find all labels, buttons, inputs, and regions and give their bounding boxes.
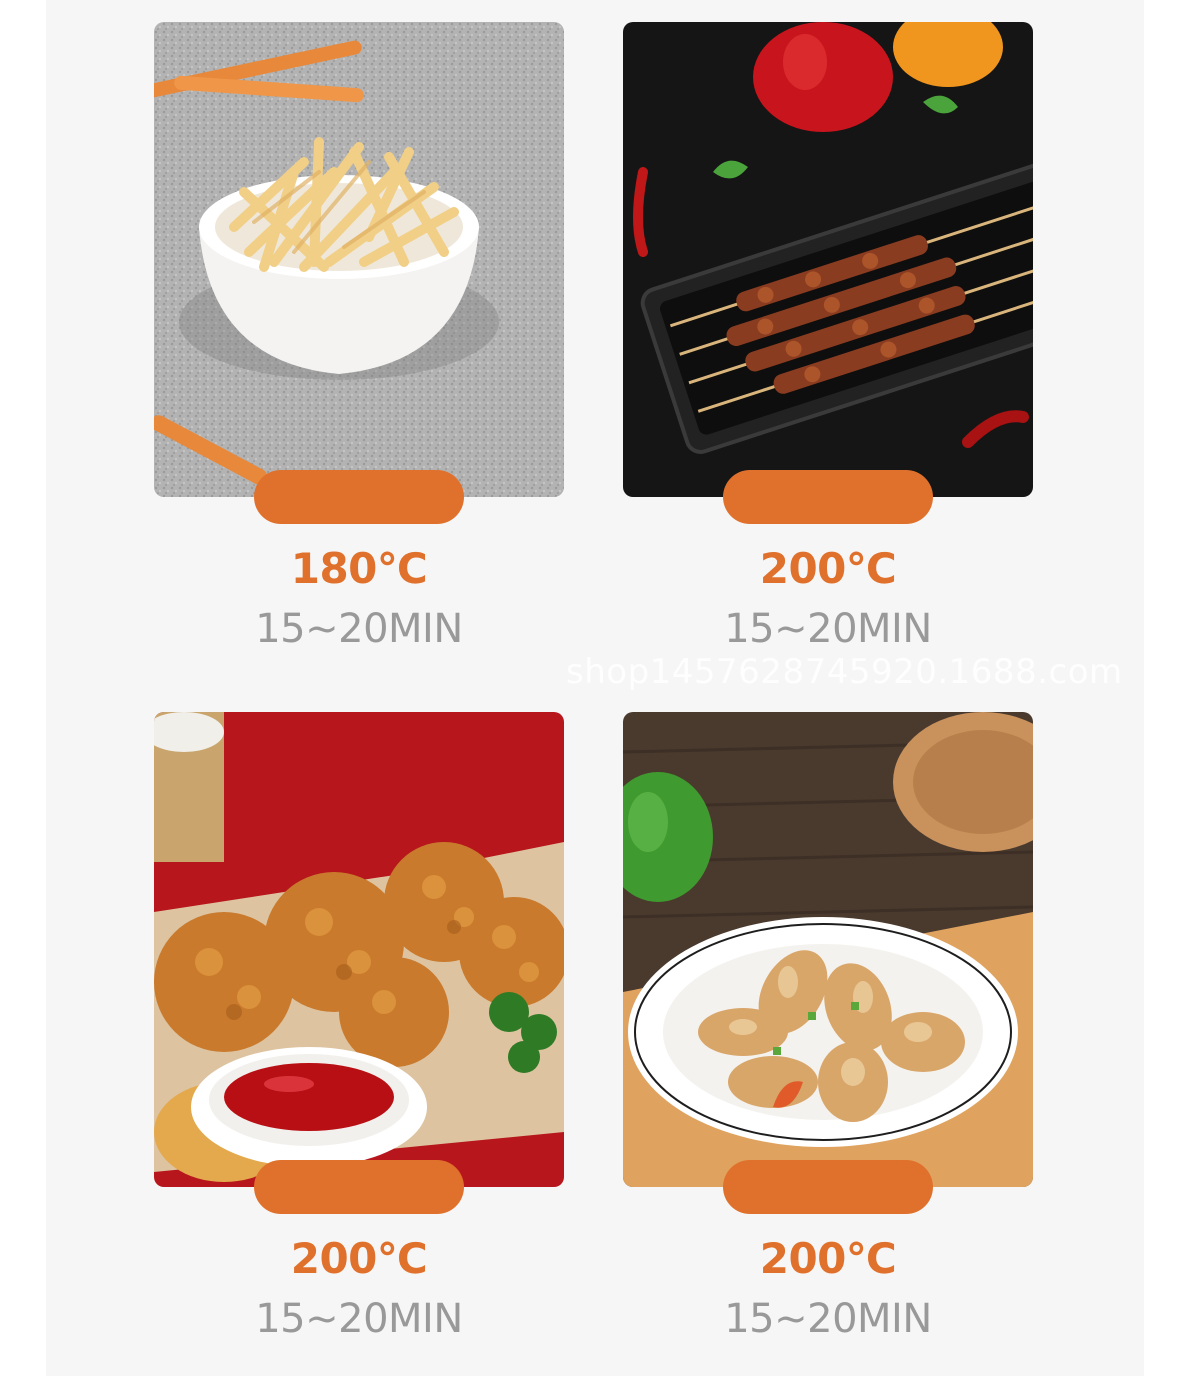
temperature-text: 200℃ — [290, 1234, 428, 1283]
temperature-pill — [254, 470, 464, 524]
chicken-icon — [154, 712, 564, 1187]
duration-text: 15~20MIN — [255, 606, 463, 652]
fries-photo — [154, 22, 564, 497]
fish-photo — [623, 712, 1033, 1187]
temperature-text: 200℃ — [759, 1234, 897, 1283]
temperature-pill — [723, 470, 933, 524]
temperature-pill — [723, 1160, 933, 1214]
shop-watermark: shop1457628745920.1688.com — [566, 652, 1123, 692]
duration-text: 15~20MIN — [255, 1296, 463, 1342]
fish-icon — [623, 712, 1033, 1187]
duration-text: 15~20MIN — [724, 1296, 932, 1342]
fries-icon — [154, 22, 564, 497]
skewers-icon — [623, 22, 1033, 497]
skewers-photo — [623, 22, 1033, 497]
temperature-text: 180℃ — [290, 544, 428, 593]
temperature-pill — [254, 1160, 464, 1214]
temperature-text: 200℃ — [759, 544, 897, 593]
chicken-photo — [154, 712, 564, 1187]
